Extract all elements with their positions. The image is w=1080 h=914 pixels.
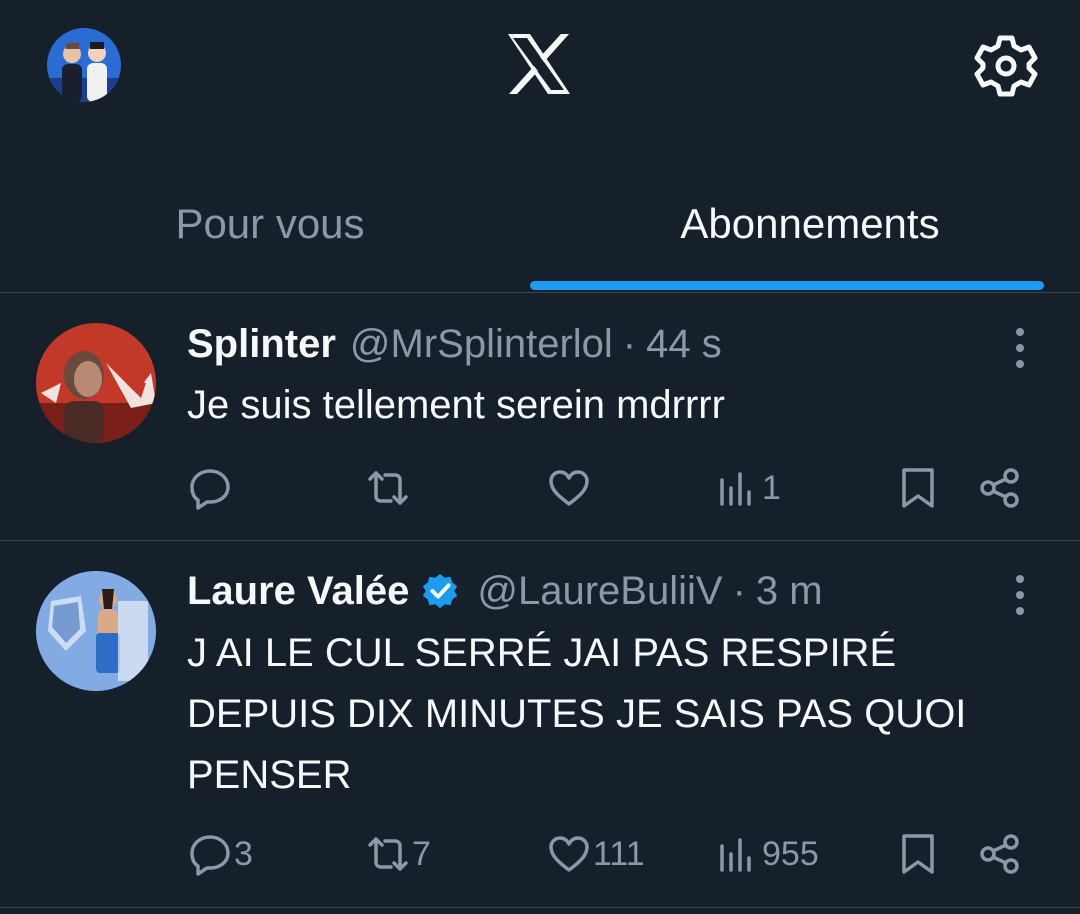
reply-icon [190, 469, 230, 510]
retweet-button[interactable] [366, 458, 412, 518]
retweet-button[interactable]: 7 [366, 824, 431, 884]
view-count: 955 [762, 834, 819, 873]
heart-icon [549, 470, 589, 506]
heart-icon [549, 836, 589, 872]
like-button[interactable] [547, 458, 593, 518]
views-icon [720, 838, 751, 872]
tweet-time[interactable]: 3 m [756, 569, 823, 614]
tweet[interactable]: Laure Valée @LaureBuliiV · 3 m J AI LE C… [0, 541, 1080, 908]
gear-icon[interactable] [972, 32, 1040, 100]
active-tab-indicator [530, 281, 1044, 290]
tweet-text: Je suis tellement serein mdrrrr [187, 383, 725, 427]
profile-avatar[interactable] [47, 28, 121, 102]
timeline-tabs: Pour vous Abonnements [0, 170, 1080, 293]
tab-pour-vous[interactable]: Pour vous [0, 170, 540, 292]
share-button[interactable] [978, 824, 1022, 884]
tweet-author-avatar[interactable] [36, 571, 156, 691]
tweet-author-avatar[interactable] [36, 323, 156, 443]
tab-abonnements[interactable]: Abonnements [540, 170, 1080, 292]
tweet-text: J AI LE CUL SERRÉ JAI PAS RESPIRÉ DEPUIS… [187, 631, 967, 797]
tab-label: Pour vous [175, 200, 365, 247]
author-name[interactable]: Laure Valée [187, 569, 409, 614]
author-handle[interactable]: @MrSplinterlol [350, 322, 613, 367]
views-button[interactable]: 1 [716, 458, 781, 518]
more-options-icon[interactable] [1004, 324, 1036, 372]
x-logo-icon[interactable] [506, 33, 572, 95]
author-name[interactable]: Splinter [187, 322, 336, 367]
reply-button[interactable] [188, 458, 234, 518]
tweet-header: Laure Valée @LaureBuliiV · 3 m [187, 565, 823, 617]
top-bar [0, 0, 1080, 140]
retweet-icon [368, 837, 408, 871]
verified-badge-icon [423, 573, 458, 609]
tweet[interactable]: Splinter @MrSplinterlol · 44 s Je suis t… [0, 294, 1080, 541]
separator-dot: · [622, 321, 637, 366]
tab-label: Abonnements [680, 200, 940, 247]
like-count: 111 [593, 834, 645, 873]
bookmark-button[interactable] [896, 824, 940, 884]
bookmark-icon [902, 468, 934, 508]
bookmark-button[interactable] [896, 458, 940, 518]
views-button[interactable]: 955 [716, 824, 819, 884]
bookmark-icon [902, 834, 934, 874]
reply-button[interactable]: 3 [188, 824, 253, 884]
view-count: 1 [762, 468, 781, 507]
share-icon [980, 468, 1019, 508]
views-icon [720, 472, 751, 506]
retweet-count: 7 [412, 834, 431, 873]
more-options-icon[interactable] [1004, 571, 1036, 619]
tweet-actions: 1 [0, 458, 1080, 518]
tweet-actions: 3 7 111 955 [0, 824, 1080, 884]
separator-dot: · [732, 568, 746, 613]
like-button[interactable]: 111 [547, 824, 645, 884]
share-button[interactable] [978, 458, 1022, 518]
reply-icon [190, 835, 230, 876]
retweet-icon [368, 471, 408, 505]
reply-count: 3 [234, 834, 253, 873]
tweet-header: Splinter @MrSplinterlol · 44 s [187, 318, 722, 370]
share-icon [980, 834, 1019, 874]
tweet-time[interactable]: 44 s [646, 322, 722, 367]
author-handle[interactable]: @LaureBuliiV [477, 569, 722, 614]
